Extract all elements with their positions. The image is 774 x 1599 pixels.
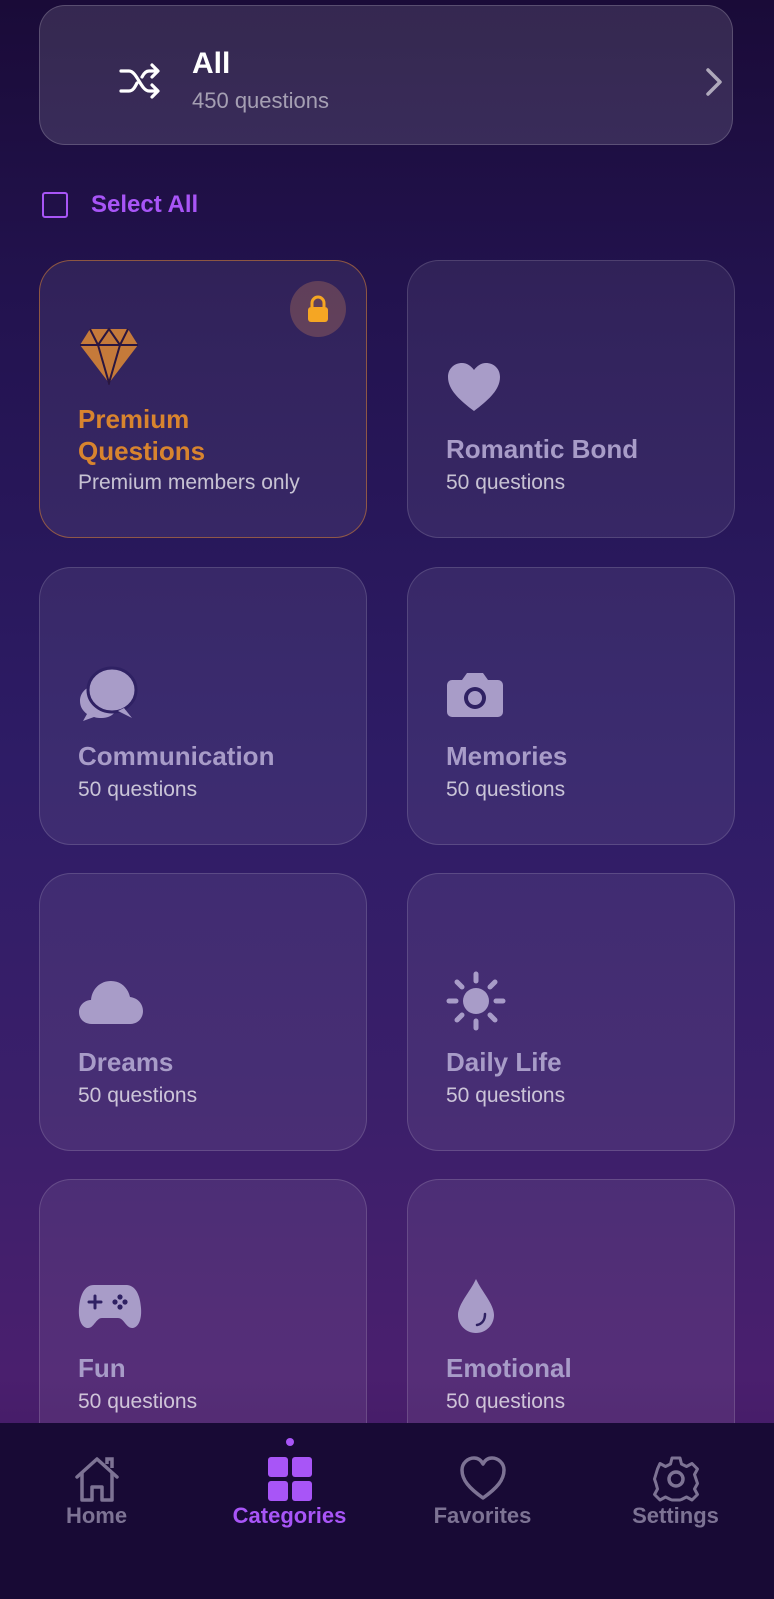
category-subtitle: 50 questions: [78, 1084, 198, 1107]
all-question-count: 450 questions: [192, 88, 329, 113]
category-name: Fun: [78, 1353, 126, 1383]
nav-categories[interactable]: Categories: [193, 1423, 386, 1563]
grid-icon: [267, 1457, 312, 1501]
diamond-icon: [80, 327, 138, 385]
category-subtitle: 50 questions: [446, 471, 566, 494]
category-subtitle: 50 questions: [446, 1084, 566, 1107]
gear-icon: [652, 1456, 699, 1502]
category-subtitle: 50 questions: [78, 1390, 198, 1413]
nav-label: Favorites: [433, 1503, 532, 1528]
category-subtitle: 50 questions: [446, 778, 566, 801]
all-questions-card[interactable]: All 450 questions: [39, 5, 733, 145]
bottom-nav: Home Categories Favorites Settings: [0, 1423, 774, 1599]
heart-outline-icon: [459, 1456, 506, 1500]
gamepad-icon: [78, 1285, 142, 1328]
sun-icon: [446, 971, 506, 1031]
nav-home[interactable]: Home: [0, 1423, 193, 1563]
select-all-label: Select All: [91, 191, 199, 218]
category-name-line2: Questions: [78, 436, 206, 466]
category-name: Dreams: [78, 1047, 174, 1077]
select-all-checkbox[interactable]: [42, 192, 68, 218]
nav-settings[interactable]: Settings: [579, 1423, 772, 1563]
nav-label: Categories: [232, 1503, 347, 1528]
category-name: Premium: [78, 404, 190, 434]
drop-icon: [458, 1279, 494, 1333]
category-card-fun[interactable]: Fun 50 questions: [39, 1179, 367, 1457]
category-name: Daily Life: [446, 1047, 562, 1077]
nav-favorites[interactable]: Favorites: [386, 1423, 579, 1563]
cloud-icon: [79, 981, 143, 1024]
shuffle-icon: [119, 63, 160, 99]
category-card-emotional[interactable]: Emotional 50 questions: [407, 1179, 735, 1457]
nav-label: Settings: [632, 1503, 719, 1528]
select-all-row[interactable]: Select All: [42, 190, 198, 220]
camera-icon: [447, 673, 503, 717]
category-card-daily-life[interactable]: Daily Life 50 questions: [407, 873, 735, 1151]
all-title: All: [192, 47, 231, 80]
category-card-communication[interactable]: Communication 50 questions: [39, 567, 367, 845]
category-subtitle: 50 questions: [446, 1390, 566, 1413]
chevron-right-icon: [706, 68, 722, 96]
nav-label: Home: [65, 1503, 128, 1528]
category-card-dreams[interactable]: Dreams 50 questions: [39, 873, 367, 1151]
category-subtitle: 50 questions: [78, 778, 198, 801]
home-icon: [74, 1457, 119, 1502]
category-name: Communication: [78, 741, 275, 771]
lock-badge: [290, 281, 346, 337]
category-name: Emotional: [446, 1353, 572, 1383]
category-subtitle: Premium members only: [78, 471, 300, 494]
category-card-premium[interactable]: Premium Questions Premium members only: [39, 260, 367, 538]
heart-icon: [448, 363, 500, 411]
active-indicator: [285, 1438, 294, 1446]
category-card-memories[interactable]: Memories 50 questions: [407, 567, 735, 845]
category-name: Memories: [446, 741, 568, 771]
category-name: Romantic Bond: [446, 434, 639, 464]
chat-bubbles-icon: [80, 666, 138, 721]
category-card-romantic-bond[interactable]: Romantic Bond 50 questions: [407, 260, 735, 538]
lock-icon: [308, 295, 328, 322]
